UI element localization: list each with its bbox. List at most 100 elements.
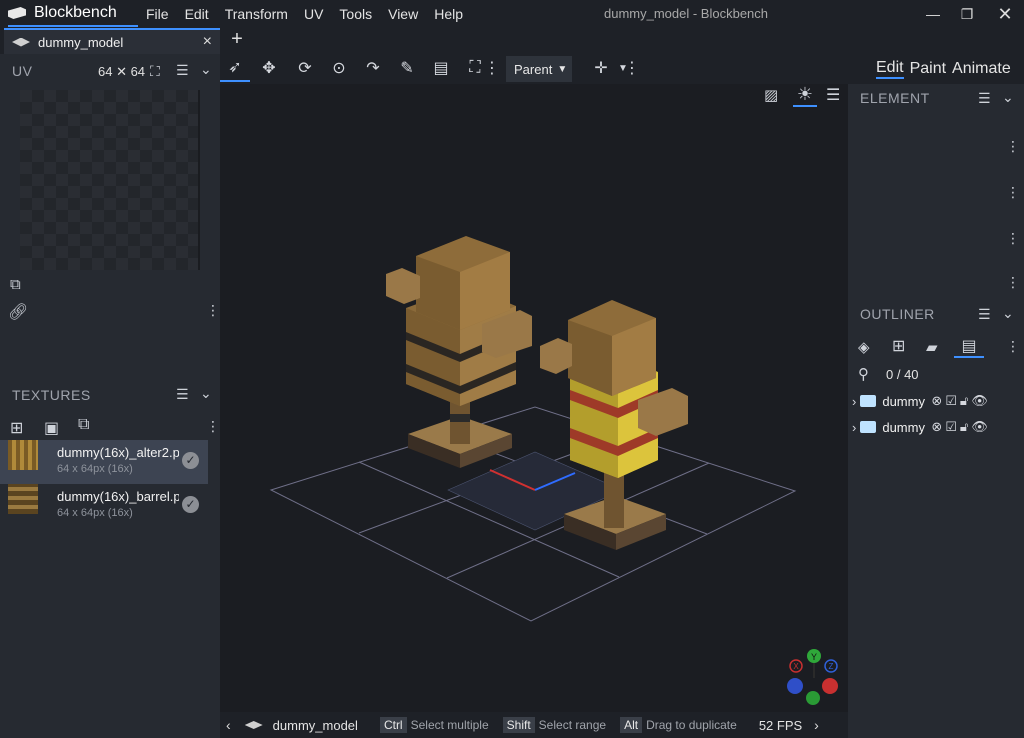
right-panel: ELEMENT ☰ ⌄ ⋮ ⋮ ⋮ ⋮ OUTLINER ☰ ⌄ ◈ ⊞ ▰ ▤… bbox=[848, 84, 1024, 738]
pivot-icon[interactable]: ⊙ bbox=[324, 54, 354, 82]
title-bar: Blockbench File Edit Transform UV Tools … bbox=[0, 0, 1024, 28]
chevron-down-icon[interactable]: ⌄ bbox=[200, 385, 212, 402]
menu-lines-icon[interactable]: ☰ bbox=[978, 90, 991, 107]
left-panel: UV 64 ✕ 64 ⛶ ☰ ⌄ ⧉ 🔗︎ ⋮ TEXTURES ☰ ⌄ ⊞ ▣… bbox=[0, 54, 220, 738]
export-toggle-icon[interactable]: ⊗ bbox=[931, 393, 942, 409]
texture-thumbnail bbox=[8, 440, 38, 470]
element-panel-header: ELEMENT ☰ ⌄ bbox=[848, 84, 1024, 112]
model-icon bbox=[12, 37, 30, 47]
menu-edit[interactable]: Edit bbox=[177, 6, 217, 22]
menu-bar: File Edit Transform UV Tools View Help bbox=[138, 1, 471, 27]
check-icon[interactable]: ✓ bbox=[182, 496, 199, 513]
mode-animate[interactable]: Animate bbox=[952, 60, 1011, 78]
transform-space-select[interactable]: Parent ▼ bbox=[506, 56, 572, 82]
status-bar: ‹ dummy_model Ctrl Select multiple Shift… bbox=[220, 712, 848, 738]
new-tab-button[interactable]: + bbox=[228, 28, 246, 50]
check-icon[interactable]: ✓ bbox=[182, 452, 199, 469]
close-window-button[interactable]: ✕ bbox=[988, 0, 1022, 28]
copy-icon[interactable]: ⧉ bbox=[10, 276, 21, 293]
menu-lines-icon[interactable]: ☰ bbox=[176, 386, 189, 403]
group-name: dummy bbox=[882, 419, 925, 435]
outliner-group-row[interactable]: › dummy ⊗ ☑ 🔓︎ 👁︎ bbox=[848, 388, 1024, 414]
lock-icon[interactable]: 🔓︎ bbox=[960, 393, 968, 409]
menu-help[interactable]: Help bbox=[426, 6, 471, 22]
3d-viewport[interactable]: ▨ ☀ ☰ Y X Z bbox=[220, 84, 848, 712]
dummy-barrel-model bbox=[386, 236, 532, 468]
more-options-icon[interactable]: ⋮ bbox=[1006, 184, 1020, 201]
chevron-left-icon[interactable]: ‹ bbox=[226, 717, 231, 733]
collapse-icon[interactable]: ▤ bbox=[954, 336, 984, 358]
load-folder-icon[interactable]: ⧉ bbox=[78, 416, 89, 434]
checkbox-icon[interactable]: ☑ bbox=[945, 419, 957, 435]
lock-icon[interactable]: 🔓︎ bbox=[960, 419, 968, 435]
chevron-right-icon[interactable]: › bbox=[814, 717, 819, 733]
more-options-icon[interactable]: ⋮ bbox=[484, 54, 500, 82]
more-options-icon[interactable]: ⋮ bbox=[1006, 230, 1020, 247]
add-group-icon[interactable]: ▰ bbox=[926, 338, 938, 356]
hint-key: Alt bbox=[620, 717, 643, 733]
more-options-icon[interactable]: ⋮ bbox=[1006, 338, 1020, 355]
expand-arrow-icon[interactable]: › bbox=[852, 394, 856, 409]
menu-lines-icon[interactable]: ☰ bbox=[176, 62, 189, 79]
link-icon[interactable]: 🔗︎ bbox=[8, 302, 28, 322]
menu-file[interactable]: File bbox=[138, 6, 177, 22]
navigation-gizmo: Y X Z bbox=[787, 649, 838, 705]
eye-icon[interactable]: 👁︎ bbox=[971, 393, 988, 409]
texture-name: dummy(16x)_barrel.png bbox=[57, 489, 179, 504]
checkbox-icon[interactable]: ☑ bbox=[945, 393, 957, 409]
maximize-button[interactable]: ❐ bbox=[950, 0, 984, 28]
texture-thumbnail bbox=[8, 484, 38, 514]
tab-dummy-model[interactable]: dummy_model × bbox=[4, 28, 220, 54]
more-options-icon[interactable]: ⋮ bbox=[206, 302, 220, 319]
uv-panel-title: UV bbox=[12, 63, 33, 79]
expand-arrow-icon[interactable]: › bbox=[852, 420, 856, 435]
move-tool-icon[interactable]: ➶ bbox=[220, 54, 250, 82]
menu-tools[interactable]: Tools bbox=[331, 6, 380, 22]
tab-bar: dummy_model × bbox=[0, 28, 1024, 54]
app-logo[interactable]: Blockbench bbox=[8, 1, 138, 27]
texture-name: dummy(16x)_alter2.png bbox=[57, 445, 179, 460]
import-texture-icon[interactable]: ▣ bbox=[44, 418, 59, 438]
texture-info: 64 x 64px (16x) bbox=[57, 507, 133, 519]
mode-edit[interactable]: Edit bbox=[876, 59, 904, 79]
rotate-icon[interactable]: ⟳ bbox=[290, 54, 320, 82]
eye-icon[interactable]: 👁︎ bbox=[971, 419, 988, 435]
menu-uv[interactable]: UV bbox=[296, 6, 331, 22]
texture-item[interactable]: dummy(16x)_barrel.png 64 x 64px (16x) ✓ bbox=[0, 484, 208, 528]
chevron-down-icon[interactable]: ⌄ bbox=[1002, 89, 1014, 106]
gizmo-x-label: X bbox=[793, 662, 799, 671]
outliner-panel-header: OUTLINER ☰ ⌄ bbox=[848, 300, 1024, 328]
hint-text: Select range bbox=[538, 718, 607, 732]
brush-icon[interactable]: ✎ bbox=[392, 54, 422, 82]
chevron-down-icon[interactable]: ⌄ bbox=[200, 61, 212, 78]
tool-bar: ➶ ✥ ⟳ ⊙ ↷ ✎ ▤ ⛶ ⋮ Parent ▼ ✛ ▼ ⋮ bbox=[220, 54, 848, 84]
uv-editor-canvas[interactable] bbox=[20, 90, 200, 270]
mode-paint[interactable]: Paint bbox=[910, 60, 946, 78]
add-mesh-icon[interactable]: ◈ bbox=[858, 338, 870, 356]
outliner-group-row[interactable]: › dummy ⊗ ☑ 🔓︎ 👁︎ bbox=[848, 414, 1024, 440]
texture-item[interactable]: dummy(16x)_alter2.png 64 x 64px (16x) ✓ bbox=[0, 440, 208, 484]
element-panel-title: ELEMENT bbox=[860, 90, 930, 106]
outliner-panel-title: OUTLINER bbox=[860, 306, 935, 322]
more-options-icon[interactable]: ⋮ bbox=[206, 418, 220, 435]
menu-transform[interactable]: Transform bbox=[217, 6, 296, 22]
more-options-icon[interactable]: ⋮ bbox=[1006, 274, 1020, 291]
search-icon[interactable]: ⚲ bbox=[858, 365, 869, 383]
fullscreen-icon[interactable]: ⛶ bbox=[150, 63, 160, 80]
uv-size[interactable]: 64 ✕ 64 bbox=[98, 64, 145, 80]
hint-text: Select multiple bbox=[410, 718, 489, 732]
translate-icon[interactable]: ✥ bbox=[254, 54, 284, 82]
export-toggle-icon[interactable]: ⊗ bbox=[931, 419, 942, 435]
minimize-button[interactable]: — bbox=[916, 0, 950, 28]
menu-lines-icon[interactable]: ☰ bbox=[978, 306, 991, 323]
chevron-down-icon[interactable]: ⌄ bbox=[1002, 305, 1014, 322]
more-options-icon[interactable]: ⋮ bbox=[1006, 138, 1020, 155]
close-tab-icon[interactable]: × bbox=[203, 33, 212, 51]
add-cube-icon[interactable]: ⊞ bbox=[892, 336, 905, 356]
add-texture-icon[interactable]: ⊞ bbox=[10, 418, 23, 438]
menu-view[interactable]: View bbox=[380, 6, 426, 22]
more-options-icon[interactable]: ⋮ bbox=[624, 54, 640, 82]
tab-label: dummy_model bbox=[38, 34, 124, 50]
uv-tool-icon[interactable]: ▤ bbox=[426, 54, 456, 82]
vertex-snap-icon[interactable]: ↷ bbox=[358, 54, 388, 82]
